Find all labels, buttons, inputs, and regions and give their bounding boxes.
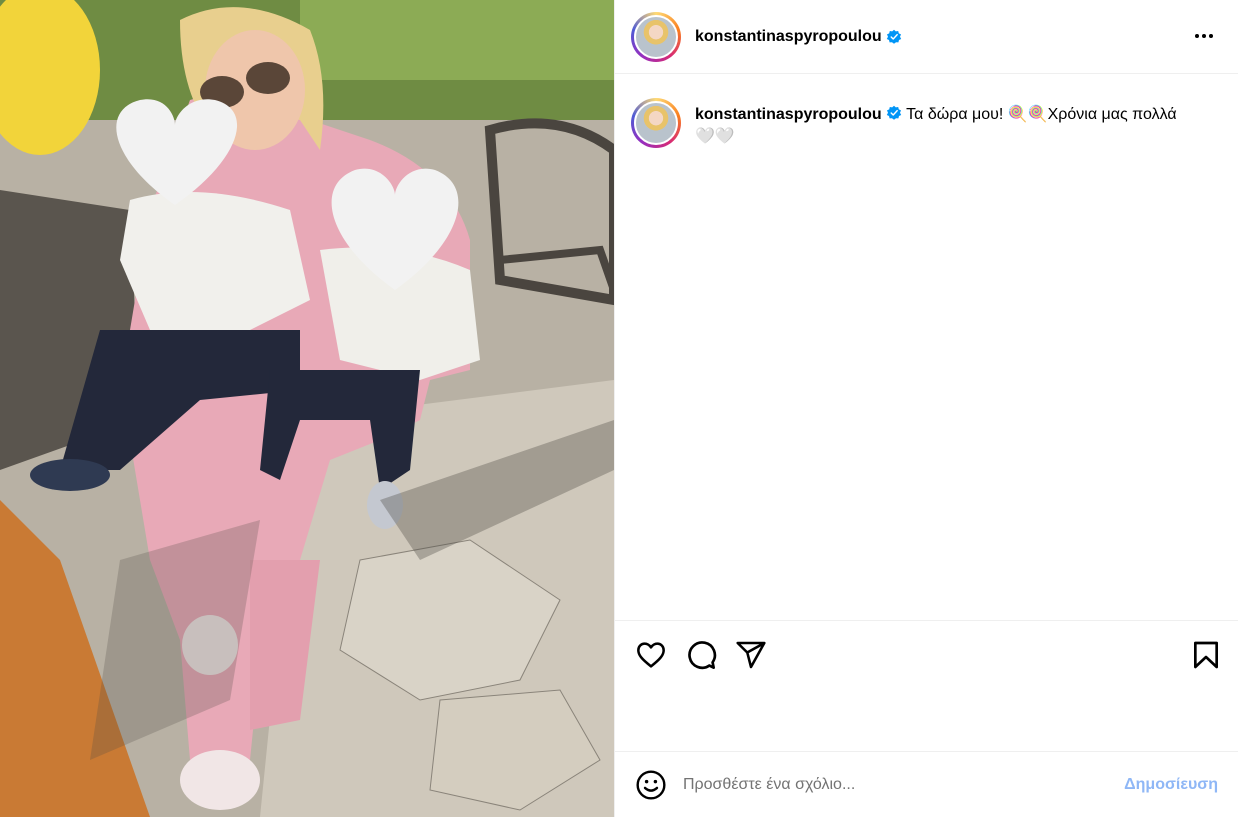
avatar-image: [634, 14, 678, 59]
post-comment-button[interactable]: Δημοσίευση: [1124, 776, 1218, 794]
photo-illustration: [0, 0, 614, 817]
verified-badge-icon: [886, 29, 901, 44]
emoji-icon[interactable]: [635, 769, 667, 801]
caption-text-block: konstantinaspyropoulou Τα δώρα μου! 🍭🍭Χρ…: [695, 104, 1195, 148]
instagram-post: konstantinaspyropoulou konstantinaspyrop…: [0, 0, 1238, 817]
post-header: konstantinaspyropoulou: [615, 0, 1238, 74]
bookmark-icon[interactable]: [1190, 639, 1222, 671]
post-sidebar: konstantinaspyropoulou konstantinaspyrop…: [614, 0, 1238, 817]
post-photo[interactable]: [0, 0, 614, 817]
action-bar: [615, 620, 1238, 752]
caption-avatar[interactable]: [631, 98, 681, 148]
username-link[interactable]: konstantinaspyropoulou: [695, 28, 882, 46]
heart-icon[interactable]: [635, 639, 667, 671]
verified-badge-icon: [886, 105, 901, 120]
caption-username-link[interactable]: konstantinaspyropoulou: [695, 106, 882, 123]
avatar[interactable]: [631, 11, 681, 62]
more-options-icon[interactable]: [1192, 24, 1216, 48]
avatar-image: [634, 101, 678, 145]
comment-bar: Δημοσίευση: [615, 753, 1238, 817]
share-icon[interactable]: [735, 639, 767, 671]
caption: konstantinaspyropoulou Τα δώρα μου! 🍭🍭Χρ…: [631, 98, 1218, 148]
comment-input[interactable]: [683, 776, 1117, 794]
comment-icon[interactable]: [685, 639, 717, 671]
